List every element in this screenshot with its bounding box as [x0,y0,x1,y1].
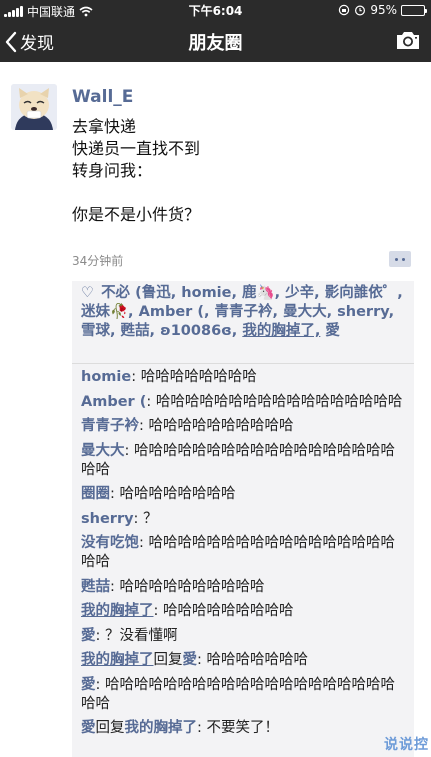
reply-word: 回复 [153,652,183,668]
post-line: 转身问我： [72,161,153,180]
reply-target[interactable]: 我的胸掉了 [125,720,198,736]
comment-item[interactable]: 青青子衿: 哈哈哈哈哈哈哈哈哈哈 [81,417,407,436]
comment-item[interactable]: 我的胸掉了: 哈哈哈哈哈哈哈哈哈 [81,602,407,621]
lock-rotation-icon [339,4,350,16]
reply-word: 回复 [95,720,125,736]
nav-bar: 发现 朋友圈 [0,20,431,62]
comment-text: : 不要笑了！ [197,720,279,736]
comment-author[interactable]: sherry [81,511,134,527]
comment-text: : 哈哈哈哈哈哈哈哈哈哈 [110,578,265,595]
dog-avatar-icon [11,84,57,130]
comment-author[interactable]: 我的胸掉了 [81,603,154,619]
comment-item[interactable]: 愛回复我的胸掉了: 不要笑了！ [81,719,407,738]
comment-text: : 哈哈哈哈哈哈哈哈哈哈 [139,418,294,434]
post-line [72,182,200,204]
comment-item[interactable]: homie: 哈哈哈哈哈哈哈哈 [81,368,407,387]
comment-text: : ？ [133,510,158,527]
watermark-logo: 说说控 [384,737,429,753]
comment-author[interactable]: 我的胸掉了 [81,652,154,668]
comment-author[interactable]: homie [81,369,131,385]
comment-text: : 哈哈哈哈哈哈哈哈 [110,486,236,502]
comment-text: : 哈哈哈哈哈哈哈哈 [131,369,257,385]
comment-author[interactable]: 曼大大 [81,443,125,459]
post-line: 去拿快递 [72,117,137,136]
camera-icon[interactable] [395,28,421,52]
back-button[interactable]: 发现 [4,29,54,54]
comment-author[interactable]: 愛 [81,677,96,693]
comment-item[interactable]: 愛: 哈哈哈哈哈哈哈哈哈哈哈哈哈哈哈哈哈哈哈哈哈哈 [81,676,407,714]
comment-author[interactable]: 圈圈 [81,486,110,502]
comment-item[interactable]: 圈圈: 哈哈哈哈哈哈哈哈 [81,485,407,504]
comment-item[interactable]: 曼大大: 哈哈哈哈哈哈哈哈哈哈哈哈哈哈哈哈哈哈哈哈 [81,442,407,480]
comment-author[interactable]: 愛 [81,628,96,644]
comment-author[interactable]: 愛 [81,720,96,736]
back-label: 发现 [20,34,54,54]
comment-text: : 哈哈哈哈哈哈哈哈哈 [153,603,294,619]
chevron-left-icon [5,31,17,52]
post-author[interactable]: Wall_E [72,87,133,107]
comment-author[interactable]: Amber ( [81,394,146,410]
post-line: 快递员一直找不到 [72,139,201,158]
interaction-box: ♡ 不必 (鲁迅, homie, 鹿🦄, 少辛, 影向誰依゜, 迷妹🥀, Amb… [72,281,414,757]
comment-text: : ？没看懂啊 [95,627,178,644]
comment-list: homie: 哈哈哈哈哈哈哈哈 Amber (: 哈哈哈哈哈哈哈哈哈哈哈哈哈哈哈哈… [81,368,407,744]
battery-icon [401,4,427,16]
comment-item[interactable]: 没有吃饱: 哈哈哈哈哈哈哈哈哈哈哈哈哈哈哈哈哈哈哈 [81,534,407,572]
comment-item[interactable]: sherry: ？ [81,510,407,529]
divider [72,363,414,364]
heart-icon: ♡ [81,285,94,301]
comment-text: : 哈哈哈哈哈哈哈哈哈哈哈哈哈哈哈哈哈哈哈哈 [81,442,395,478]
comment-menu-button[interactable] [389,251,411,267]
comment-text: : 哈哈哈哈哈哈哈哈哈哈哈哈哈哈哈哈哈 [146,393,403,410]
comment-author[interactable]: 没有吃饱 [81,535,139,551]
comment-text: : 哈哈哈哈哈哈哈 [197,652,308,668]
likes-last[interactable]: 愛 [320,323,340,339]
reply-target[interactable]: 愛 [183,652,198,668]
likes-highlight[interactable]: 我的胸掉了, [242,323,320,339]
comment-item[interactable]: Amber (: 哈哈哈哈哈哈哈哈哈哈哈哈哈哈哈哈哈 [81,393,407,412]
comment-item[interactable]: 我的胸掉了回复愛: 哈哈哈哈哈哈哈 [81,651,407,670]
post-content: 去拿快递 快递员一直找不到 转身问我： 你是不是小件货？ [72,116,200,226]
post-line: 你是不是小件货？ [72,205,201,224]
status-right: 95% [338,3,427,17]
comment-text: : 哈哈哈哈哈哈哈哈哈哈哈哈哈哈哈哈哈哈哈哈哈哈 [81,676,395,712]
comment-author[interactable]: 青青子衿 [81,418,139,434]
battery-percent: 95% [370,3,397,17]
avatar[interactable] [11,84,57,130]
alarm-icon [355,5,366,16]
page-title: 朋友圈 [188,33,243,54]
post-time: 34分钟前 [72,254,124,268]
comment-item[interactable]: 愛: ？没看懂啊 [81,627,407,646]
comment-author[interactable]: 甦喆 [81,579,110,595]
comment-item[interactable]: 甦喆: 哈哈哈哈哈哈哈哈哈哈 [81,578,407,597]
status-bar: 中国联通 下午6:04 95% [0,0,431,20]
likes-list: ♡ 不必 (鲁迅, homie, 鹿🦄, 少辛, 影向誰依゜, 迷妹🥀, Amb… [81,284,407,341]
